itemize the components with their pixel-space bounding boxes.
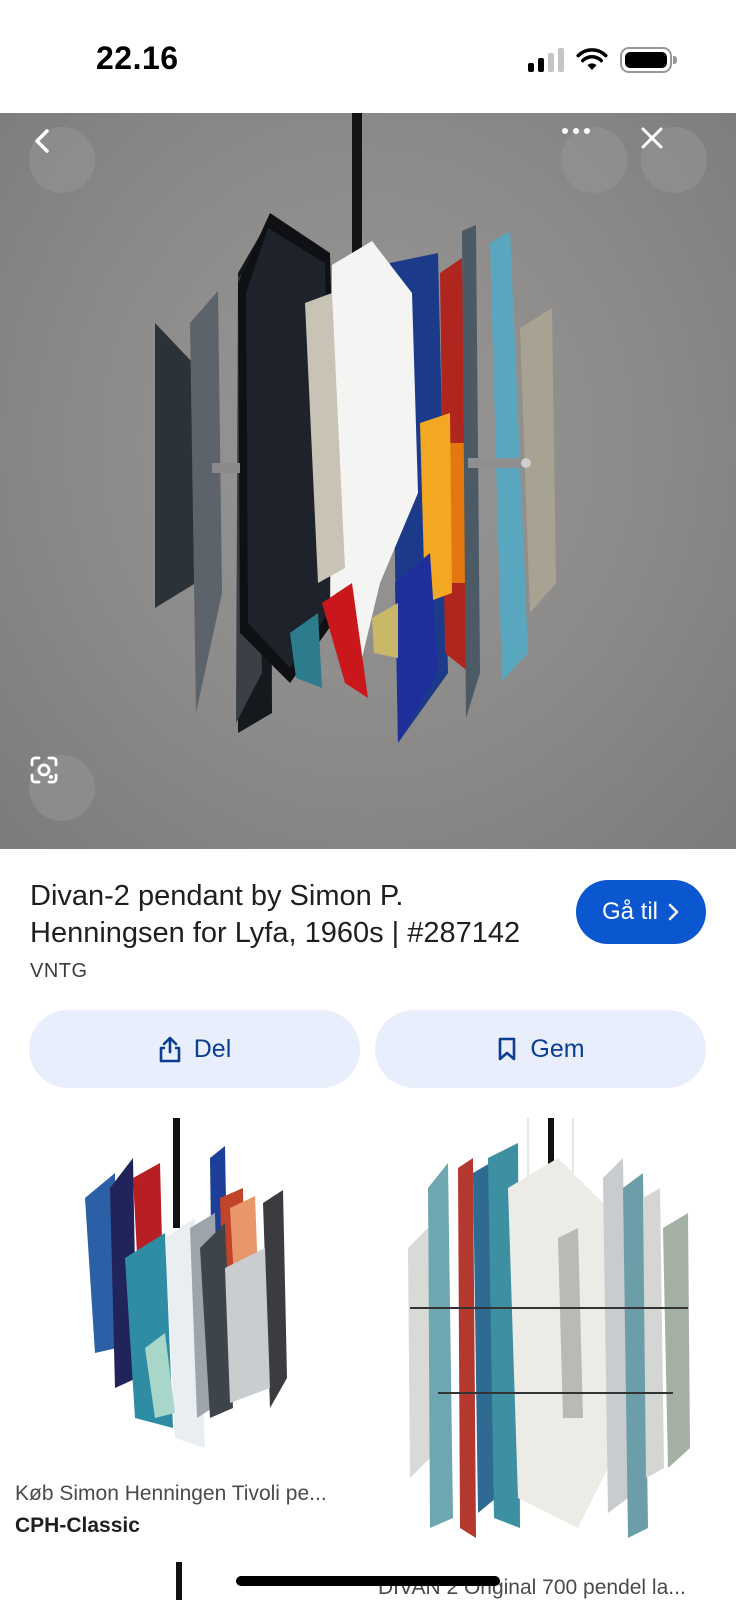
wifi-icon bbox=[576, 48, 608, 70]
related-thumbnail-1[interactable] bbox=[15, 1118, 355, 1458]
close-icon bbox=[641, 127, 663, 149]
more-horizontal-icon bbox=[562, 128, 590, 134]
status-icons bbox=[528, 44, 677, 76]
lens-icon bbox=[30, 756, 58, 784]
chevron-right-icon bbox=[668, 903, 679, 921]
bookmark-icon bbox=[499, 1037, 516, 1061]
related-title-1[interactable]: Køb Simon Henningen Tivoli pe... bbox=[15, 1482, 327, 1506]
home-indicator[interactable] bbox=[236, 1576, 500, 1586]
hero-image[interactable] bbox=[0, 113, 736, 849]
close-button[interactable] bbox=[641, 127, 707, 193]
chevron-left-icon bbox=[35, 129, 49, 153]
related-source-1: CPH-Classic bbox=[15, 1514, 140, 1537]
status-bar: 22.16 bbox=[0, 0, 736, 113]
result-title[interactable]: Divan-2 pendant by Simon P. Henningsen f… bbox=[30, 878, 550, 952]
more-options-button[interactable] bbox=[561, 127, 627, 193]
goto-button[interactable]: Gå til bbox=[576, 880, 706, 944]
save-label: Gem bbox=[530, 1034, 585, 1063]
lamp-thumbnail-image bbox=[408, 1118, 690, 1538]
status-time: 22.16 bbox=[96, 40, 179, 76]
next-result-peek bbox=[176, 1562, 182, 1600]
battery-icon bbox=[620, 47, 677, 73]
pendant-lamp-image bbox=[155, 113, 556, 743]
share-icon bbox=[159, 1036, 181, 1063]
save-button[interactable]: Gem bbox=[375, 1010, 706, 1088]
goto-label: Gå til bbox=[601, 898, 658, 925]
share-button[interactable]: Del bbox=[29, 1010, 360, 1088]
result-source: VNTG bbox=[30, 960, 88, 982]
share-label: Del bbox=[193, 1034, 232, 1063]
related-thumbnail-2[interactable] bbox=[378, 1118, 718, 1570]
back-button[interactable] bbox=[29, 127, 95, 193]
lens-search-button[interactable] bbox=[29, 755, 95, 821]
lamp-thumbnail-image bbox=[85, 1118, 287, 1448]
cellular-signal-icon bbox=[528, 48, 564, 72]
